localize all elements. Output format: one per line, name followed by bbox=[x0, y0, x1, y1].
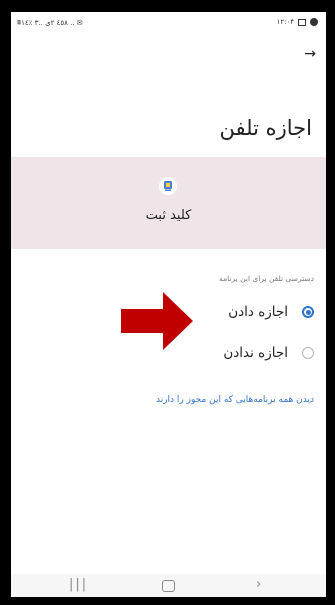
allow-label: اجازه دادن bbox=[228, 304, 288, 320]
status-indicators: ≣٘٤٥٨ ٢ى ..٣ ٪١٤ .. ✉ bbox=[17, 19, 83, 27]
deny-label: اجازه ندادن bbox=[223, 345, 288, 361]
navigation-bar: ||| › bbox=[11, 574, 326, 597]
clock: ۱۲:۰۴ bbox=[276, 18, 294, 26]
phone-screen: ≣٘٤٥٨ ٢ى ..٣ ٪١٤ .. ✉ ۱۲:۰۴ → اجازه تلفن… bbox=[11, 12, 326, 597]
app-name: کلید ثبت bbox=[145, 208, 192, 223]
home-icon[interactable] bbox=[162, 580, 175, 592]
key-app-icon bbox=[164, 181, 172, 191]
allow-radio[interactable] bbox=[302, 306, 314, 318]
app-info-card: کلید ثبت bbox=[11, 157, 326, 249]
deny-option[interactable]: اجازه ندادن bbox=[223, 341, 314, 365]
back-arrow-icon[interactable]: → bbox=[304, 46, 316, 62]
red-arrow-annotation bbox=[121, 292, 193, 350]
deny-radio[interactable] bbox=[302, 347, 314, 359]
battery-icon bbox=[310, 18, 318, 26]
back-icon[interactable]: › bbox=[256, 577, 261, 592]
see-all-apps-link[interactable]: دیدن همه برنامه‌هایی که این مجوز را دارن… bbox=[156, 395, 314, 405]
app-icon bbox=[159, 177, 177, 195]
allow-option[interactable]: اجازه دادن bbox=[228, 300, 314, 324]
section-label: دسترسی تلفن برای این برنامه bbox=[219, 274, 314, 283]
notification-icon bbox=[298, 18, 306, 26]
recent-apps-icon[interactable]: ||| bbox=[69, 577, 88, 592]
page-title: اجازه تلفن bbox=[219, 116, 312, 140]
status-bar: ≣٘٤٥٨ ٢ى ..٣ ٪١٤ .. ✉ ۱۲:۰۴ bbox=[11, 12, 326, 34]
status-right: ۱۲:۰۴ bbox=[277, 18, 318, 26]
